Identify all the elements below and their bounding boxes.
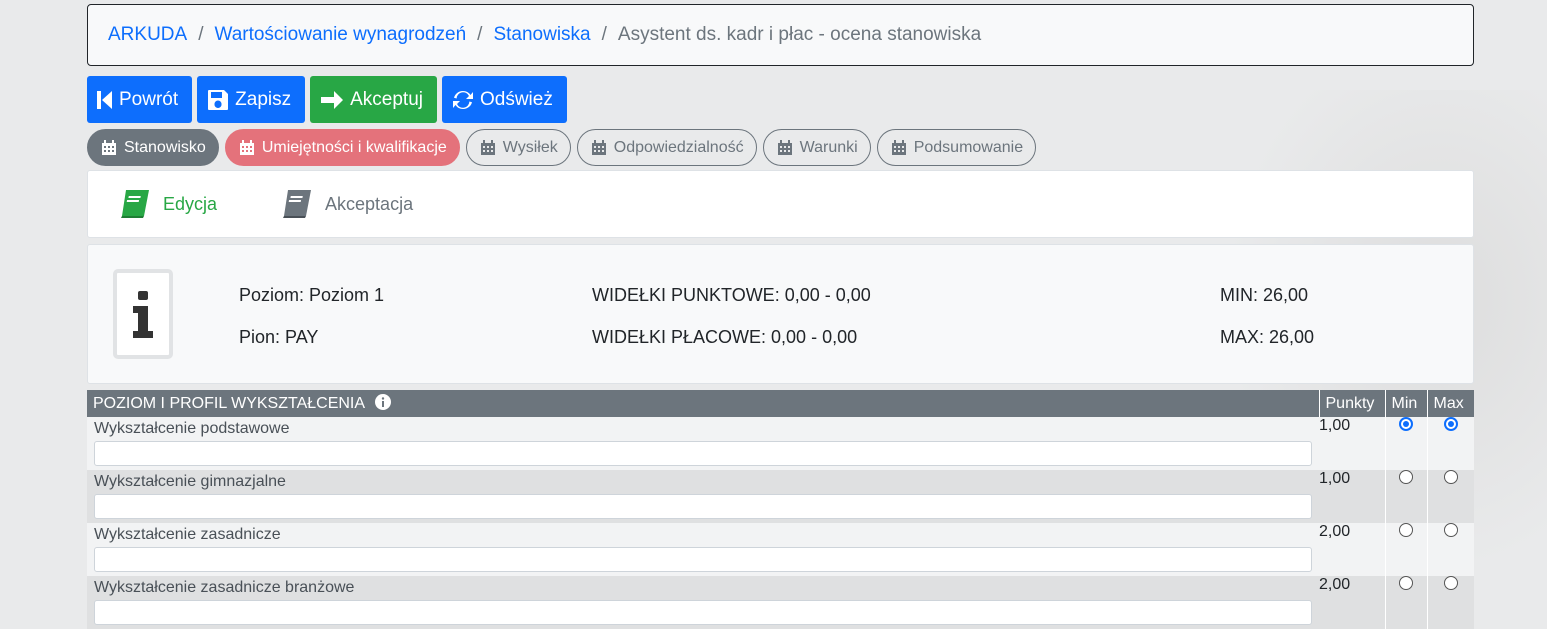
education-header: POZIOM I PROFIL WYKSZTAŁCENIA <box>87 390 1319 417</box>
step-backward-icon <box>97 90 112 109</box>
column-header-min: Min <box>1384 390 1427 417</box>
education-header-label: POZIOM I PROFIL WYKSZTAŁCENIA <box>93 395 365 412</box>
table-row: Wykształcenie zasadnicze branżowe 2,00 <box>87 576 1474 629</box>
back-button[interactable]: Powrót <box>87 76 193 123</box>
breadcrumb-separator: / <box>601 24 607 45</box>
breadcrumb-current: Asystent ds. kadr i płac - ocena stanowi… <box>617 24 982 45</box>
row-points: 2,00 <box>1319 576 1385 629</box>
row-points: 2,00 <box>1319 523 1385 576</box>
mode-edit[interactable]: Edycja <box>119 189 217 219</box>
mode-accept-label: Akceptacja <box>325 193 414 214</box>
row-label: Wykształcenie zasadnicze branżowe <box>94 579 355 596</box>
max-radio[interactable] <box>1443 417 1458 431</box>
book-icon <box>283 190 312 218</box>
min-radio[interactable] <box>1399 576 1413 590</box>
tab-umiejetnosci[interactable]: Umiejętności i kwalifikacje <box>224 129 460 166</box>
mode-switcher: Edycja Akceptacja <box>87 170 1474 238</box>
education-table: POZIOM I PROFIL WYKSZTAŁCENIA Punkty Min… <box>87 390 1474 629</box>
save-button-label: Zapisz <box>235 88 292 110</box>
save-button[interactable]: Zapisz <box>197 76 306 123</box>
back-button-label: Powrót <box>119 88 179 110</box>
tab-warunki[interactable]: Warunki <box>762 129 871 166</box>
row-label: Wykształcenie podstawowe <box>94 420 290 437</box>
min-radio[interactable] <box>1399 523 1413 537</box>
breadcrumb-link-arkuda[interactable]: ARKUDA <box>108 24 187 46</box>
tab-label: Odpowiedzialność <box>613 138 744 156</box>
calendar-icon <box>102 139 116 155</box>
min-radio[interactable] <box>1399 470 1413 484</box>
info-icon <box>113 269 173 359</box>
info-pion: Pion: PAY <box>239 327 319 347</box>
row-label: Wykształcenie gimnazjalne <box>94 473 286 490</box>
floppy-disk-icon <box>208 89 229 110</box>
tab-label: Podsumowanie <box>913 138 1024 156</box>
max-radio[interactable] <box>1443 470 1458 484</box>
section-tabs: Stanowisko Umiejętności i kwalifikacje W… <box>87 129 1474 166</box>
info-min: MIN: 26,00 <box>1220 285 1309 305</box>
calendar-icon <box>480 139 495 155</box>
toolbar: Powrót Zapisz Akceptuj Odśwież <box>87 76 1474 123</box>
accept-button-label: Akceptuj <box>350 88 423 110</box>
mode-accept[interactable]: Akceptacja <box>281 189 413 219</box>
calendar-icon <box>239 139 254 155</box>
table-row: Wykształcenie zasadnicze 2,00 <box>87 523 1474 576</box>
breadcrumb-link-wartosciowanie[interactable]: Wartościowanie wynagrodzeń <box>214 24 466 46</box>
row-points: 1,00 <box>1319 470 1385 523</box>
column-header-points: Punkty <box>1318 390 1385 417</box>
info-level: Poziom: Poziom 1 <box>239 285 385 305</box>
breadcrumb-link-stanowiska[interactable]: Stanowiska <box>493 24 590 46</box>
breadcrumb: ARKUDA / Wartościowanie wynagrodzeń / St… <box>87 4 1474 66</box>
tab-label: Wysiłek <box>502 138 558 156</box>
table-row: Wykształcenie podstawowe 1,00 <box>87 417 1474 470</box>
column-header-max: Max <box>1426 390 1474 417</box>
row-points: 1,00 <box>1319 417 1385 470</box>
tab-label: Stanowisko <box>124 138 206 156</box>
refresh-icon <box>452 90 473 109</box>
info-point-range: WIDEŁKI PUNKTOWE: 0,00 - 0,00 <box>592 285 871 305</box>
calendar-icon <box>591 139 606 155</box>
row-comment-input[interactable] <box>94 547 1312 572</box>
info-circle-icon[interactable] <box>374 394 391 410</box>
breadcrumb-separator: / <box>477 24 483 45</box>
row-label: Wykształcenie zasadnicze <box>94 526 281 543</box>
book-icon <box>121 190 149 218</box>
mode-edit-label: Edycja <box>163 193 218 214</box>
position-info-panel: Poziom: Poziom 1 Pion: PAY WIDEŁKI PUNKT… <box>87 244 1474 384</box>
info-pay-range: WIDEŁKI PŁACOWE: 0,00 - 0,00 <box>592 327 858 347</box>
max-radio[interactable] <box>1443 576 1458 590</box>
refresh-button[interactable]: Odśwież <box>441 76 567 123</box>
refresh-button-label: Odśwież <box>479 88 553 110</box>
calendar-icon <box>777 139 792 155</box>
arrow-right-icon <box>321 90 344 109</box>
row-comment-input[interactable] <box>94 441 1312 466</box>
tab-label: Umiejętności i kwalifikacje <box>261 138 447 156</box>
calendar-icon <box>891 139 906 155</box>
max-radio[interactable] <box>1443 523 1458 537</box>
table-row: Wykształcenie gimnazjalne 1,00 <box>87 470 1474 523</box>
tab-podsumowanie[interactable]: Podsumowanie <box>876 129 1037 166</box>
row-comment-input[interactable] <box>94 494 1312 519</box>
page-container: ARKUDA / Wartościowanie wynagrodzeń / St… <box>87 4 1474 629</box>
accept-button[interactable]: Akceptuj <box>310 76 437 123</box>
tab-label: Warunki <box>799 138 858 156</box>
tab-wysilek[interactable]: Wysiłek <box>465 129 571 166</box>
tab-odpowiedzialnosc[interactable]: Odpowiedzialność <box>576 129 757 166</box>
breadcrumb-separator: / <box>198 24 204 45</box>
info-max: MAX: 26,00 <box>1220 327 1315 347</box>
min-radio[interactable] <box>1399 417 1413 431</box>
row-comment-input[interactable] <box>94 600 1312 625</box>
tab-stanowisko[interactable]: Stanowisko <box>87 129 219 166</box>
